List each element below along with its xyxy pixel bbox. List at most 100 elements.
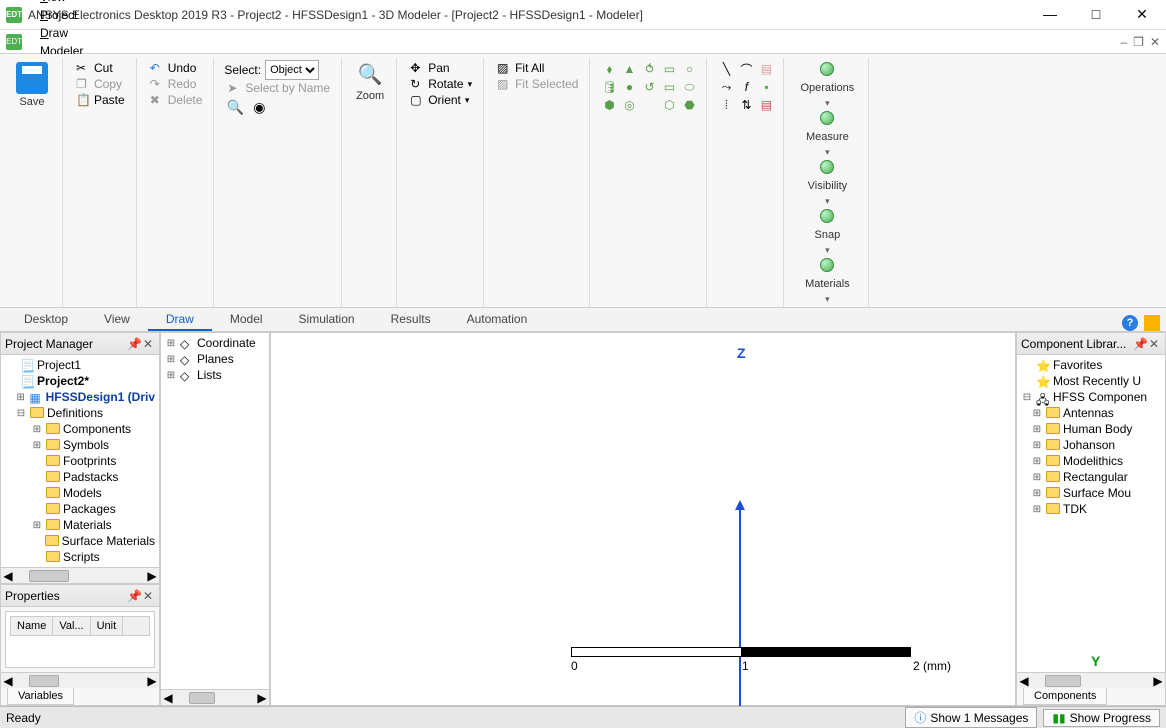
tree-item[interactable]: Models bbox=[3, 485, 157, 501]
tab-desktop[interactable]: Desktop bbox=[6, 308, 86, 331]
tree-item[interactable]: ⊞Human Body bbox=[1019, 421, 1163, 437]
tree-item[interactable]: ⊞Symbols bbox=[3, 437, 157, 453]
expand-icon[interactable]: ⊟ bbox=[1021, 392, 1033, 403]
polygon-icon[interactable]: ⬡ bbox=[660, 96, 678, 114]
h-scrollbar[interactable]: ◀▶ bbox=[1, 567, 159, 583]
operations-button[interactable]: Operations▾ bbox=[794, 60, 860, 109]
expand-icon[interactable]: ⊞ bbox=[165, 370, 177, 381]
plane-icon[interactable]: ▤ bbox=[757, 96, 775, 114]
mdi-close-icon[interactable]: ✕ bbox=[1150, 35, 1160, 49]
zoom-button[interactable]: 🔍 Zoom bbox=[352, 60, 388, 102]
arc-icon[interactable]: ⌒ bbox=[737, 60, 755, 78]
pin-icon[interactable]: 📌 bbox=[127, 589, 141, 603]
components-tab[interactable]: Components bbox=[1023, 688, 1107, 705]
variables-tab[interactable]: Variables bbox=[7, 688, 74, 705]
save-button[interactable]: Save bbox=[10, 60, 54, 108]
point-icon[interactable]: ▪ bbox=[757, 78, 775, 96]
show-progress-button[interactable]: ▮▮Show Progress bbox=[1043, 709, 1160, 727]
expand-icon[interactable]: ⊞ bbox=[1031, 472, 1043, 483]
snap-button[interactable]: Snap▾ bbox=[794, 207, 860, 256]
line-icon[interactable]: ╲ bbox=[717, 60, 735, 78]
orient-button[interactable]: ▢Orient ▾ bbox=[407, 92, 475, 108]
select-by-name-button[interactable]: ➤Select by Name bbox=[224, 80, 333, 96]
tree-item[interactable]: ⊟🖧HFSS Componen bbox=[1019, 389, 1163, 405]
tree-item[interactable]: 📃Project2* bbox=[3, 373, 157, 389]
box-icon[interactable]: ⬧ bbox=[600, 60, 618, 78]
expand-icon[interactable]: ⊟ bbox=[15, 408, 27, 419]
tree-item[interactable]: ⊞Materials bbox=[3, 517, 157, 533]
h-scrollbar[interactable]: ◀▶ bbox=[1017, 672, 1165, 688]
rect2-icon[interactable]: ▭ bbox=[660, 78, 678, 96]
tree-item[interactable]: ⊞Johanson bbox=[1019, 437, 1163, 453]
tree-item[interactable]: Padstacks bbox=[3, 469, 157, 485]
sweep-icon[interactable]: ⇅ bbox=[737, 96, 755, 114]
help-icon[interactable]: ? bbox=[1122, 315, 1138, 331]
tab-view[interactable]: View bbox=[86, 308, 148, 331]
maximize-button[interactable]: □ bbox=[1082, 6, 1110, 23]
fit-all-button[interactable]: ▨Fit All bbox=[494, 60, 581, 76]
expand-icon[interactable]: ⊞ bbox=[31, 424, 43, 435]
rect-icon[interactable]: ▭ bbox=[660, 60, 678, 78]
prism-icon[interactable]: ⬢ bbox=[600, 96, 618, 114]
tree-item[interactable]: ⊞Surface Mou bbox=[1019, 485, 1163, 501]
select-tool-2[interactable]: ◉ bbox=[248, 96, 270, 118]
tree-item[interactable]: Scripts bbox=[3, 549, 157, 565]
h-scrollbar[interactable]: ◀▶ bbox=[1, 672, 159, 688]
visibility-button[interactable]: Visibility▾ bbox=[794, 158, 860, 207]
helix-icon[interactable]: ⥀ bbox=[640, 60, 658, 78]
close-button[interactable]: ✕ bbox=[1128, 6, 1156, 23]
tab-simulation[interactable]: Simulation bbox=[281, 308, 373, 331]
minimize-button[interactable]: — bbox=[1036, 6, 1064, 23]
expand-icon[interactable]: ⊞ bbox=[31, 520, 43, 531]
polyline-icon[interactable]: ⦙ bbox=[717, 96, 735, 114]
prop-col-header[interactable]: Name bbox=[11, 617, 53, 635]
tree-item[interactable]: ⭐Most Recently U bbox=[1019, 373, 1163, 389]
circle-icon[interactable]: ○ bbox=[680, 60, 698, 78]
prop-col-header[interactable]: Val... bbox=[53, 617, 90, 635]
torus-icon[interactable]: ◎ bbox=[620, 96, 638, 114]
tree-item[interactable]: ⊞TDK bbox=[1019, 501, 1163, 517]
copy-button[interactable]: ❐Copy bbox=[73, 76, 128, 92]
ellipse-icon[interactable]: ⬭ bbox=[680, 78, 698, 96]
tree-item[interactable]: ⊟Definitions bbox=[3, 405, 157, 421]
delete-button[interactable]: ✖Delete bbox=[147, 92, 206, 108]
expand-icon[interactable]: ⊞ bbox=[1031, 488, 1043, 499]
menu-draw[interactable]: Draw bbox=[32, 24, 91, 42]
spiral-icon[interactable]: ↺ bbox=[640, 78, 658, 96]
pin-icon[interactable]: 📌 bbox=[1133, 337, 1147, 351]
tree-item[interactable]: ⭐Favorites bbox=[1019, 357, 1163, 373]
expand-icon[interactable]: ⊞ bbox=[165, 338, 177, 349]
mdi-minimize-icon[interactable]: – bbox=[1120, 35, 1127, 49]
expand-icon[interactable]: ⊞ bbox=[15, 392, 26, 403]
3d-viewport[interactable]: Z Y X 012 (mm) bbox=[270, 332, 1016, 706]
tab-results[interactable]: Results bbox=[373, 308, 449, 331]
pin-icon[interactable]: 📌 bbox=[127, 337, 141, 351]
select-mode-dropdown[interactable]: Object bbox=[265, 60, 319, 80]
panel-close-icon[interactable]: ✕ bbox=[1147, 337, 1161, 351]
cut-button[interactable]: ✂Cut bbox=[73, 60, 128, 76]
tree-item[interactable]: ⊞◇Coordinate bbox=[163, 335, 267, 351]
undo-button[interactable]: ↶Undo bbox=[147, 60, 206, 76]
expand-icon[interactable]: ⊞ bbox=[1031, 456, 1043, 467]
select-tool-1[interactable]: 🔍 bbox=[224, 96, 246, 118]
model-tree[interactable]: ⊞◇Coordinate⊞◇Planes⊞◇Lists bbox=[161, 333, 269, 689]
expand-icon[interactable]: ⊞ bbox=[1031, 504, 1043, 515]
measure-button[interactable]: Measure▾ bbox=[794, 109, 860, 158]
cone-icon[interactable]: ▲ bbox=[620, 60, 638, 78]
panel-close-icon[interactable]: ✕ bbox=[141, 337, 155, 351]
expand-icon[interactable]: ⊞ bbox=[165, 354, 177, 365]
show-messages-button[interactable]: ⓘShow 1 Messages bbox=[905, 707, 1037, 728]
tab-draw[interactable]: Draw bbox=[148, 308, 212, 331]
cylinder-icon[interactable]: 🛢 bbox=[600, 78, 618, 96]
tree-item[interactable]: ⊞▦HFSSDesign1 (Driv bbox=[3, 389, 157, 405]
expand-icon[interactable]: ⊞ bbox=[1031, 408, 1043, 419]
region-icon[interactable]: ▤ bbox=[757, 60, 775, 78]
tree-item[interactable]: Surface Materials bbox=[3, 533, 157, 549]
paste-button[interactable]: 📋Paste bbox=[73, 92, 128, 108]
h-scrollbar[interactable]: ◀▶ bbox=[161, 689, 269, 705]
spline-icon[interactable]: ⤳ bbox=[717, 78, 735, 96]
tree-item[interactable]: Packages bbox=[3, 501, 157, 517]
tree-item[interactable]: ⊞Antennas bbox=[1019, 405, 1163, 421]
expand-icon[interactable]: ⊞ bbox=[31, 440, 43, 451]
mdi-restore-icon[interactable]: ❐ bbox=[1133, 35, 1144, 49]
